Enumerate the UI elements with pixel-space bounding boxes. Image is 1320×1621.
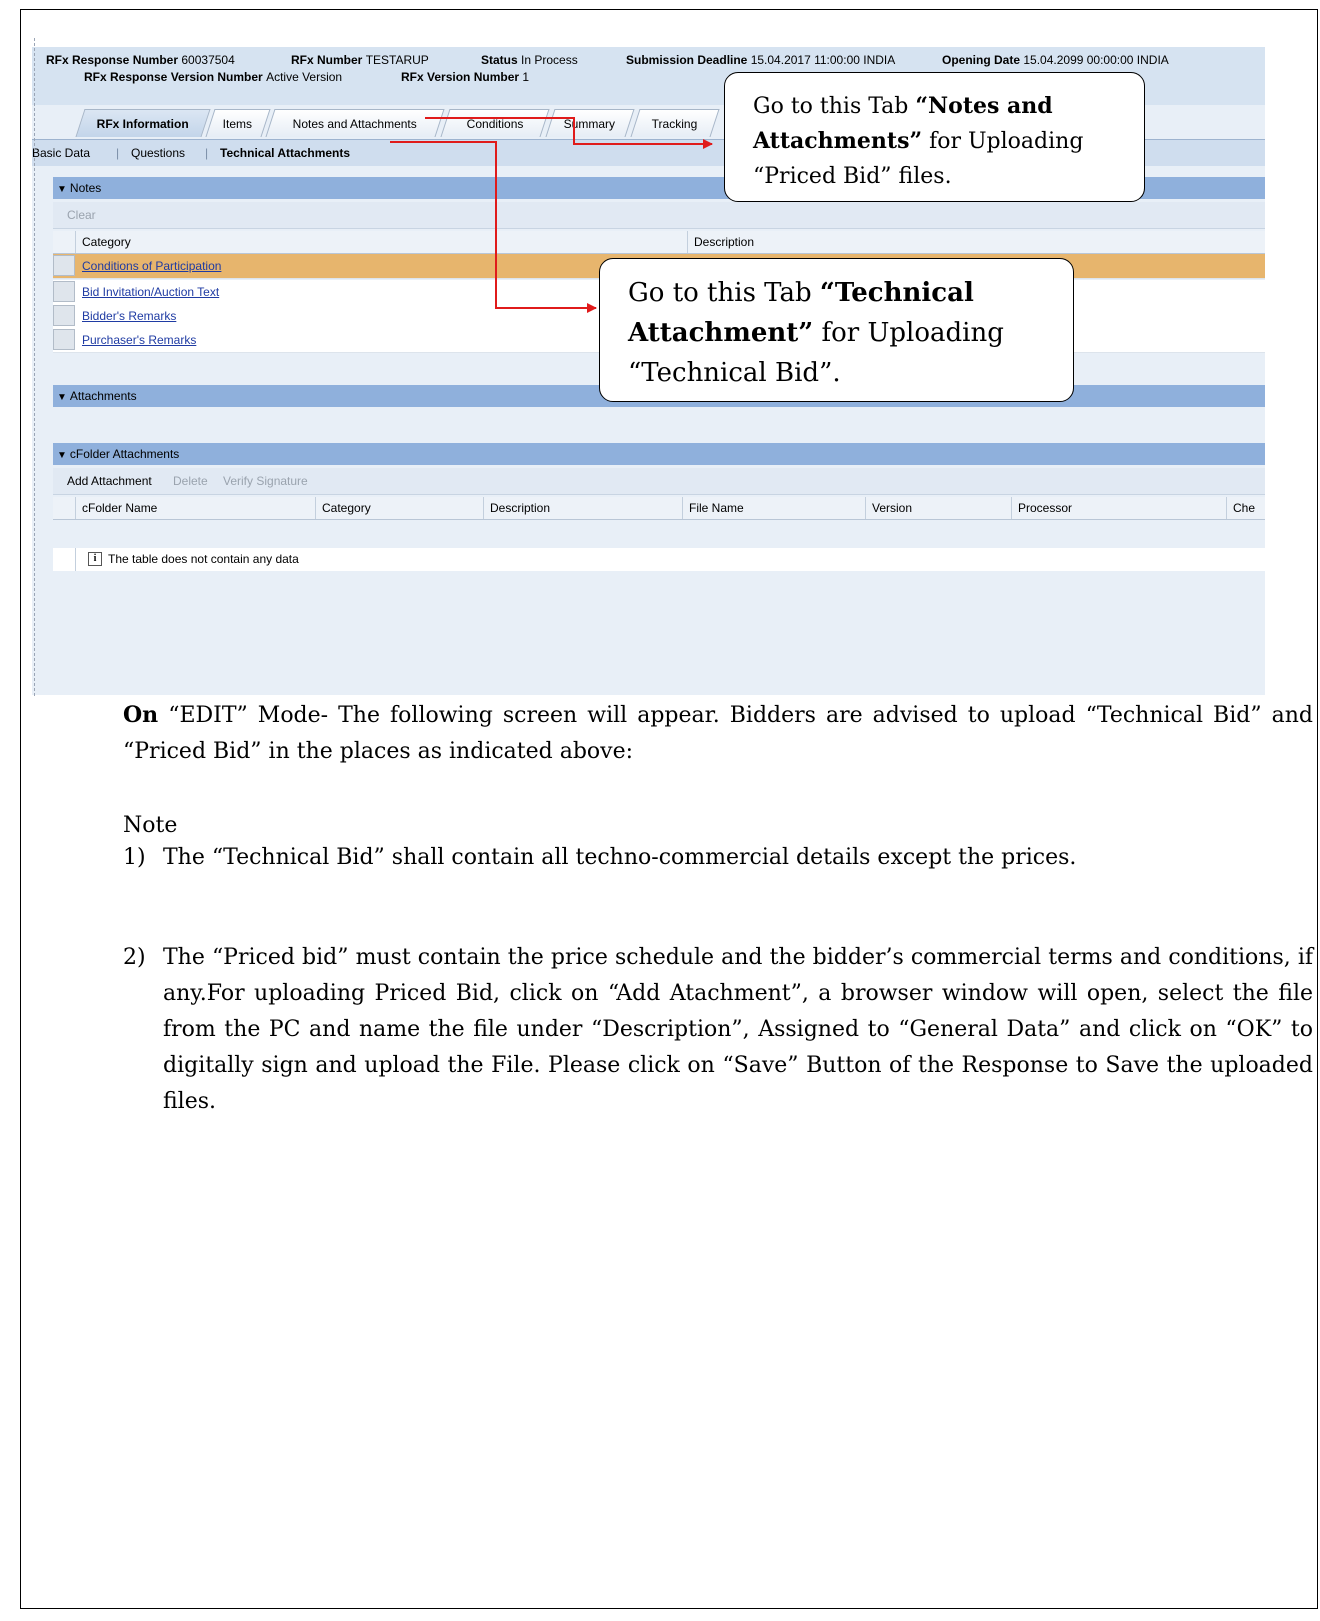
item-number: 1)	[123, 845, 146, 870]
intro-paragraph: On “EDIT” Mode- The following screen wil…	[123, 702, 1313, 764]
note-heading: Note	[123, 813, 178, 838]
annotation-arrows	[390, 117, 713, 313]
item-number: 2)	[123, 945, 146, 970]
arrow-to-technical-callout	[390, 141, 597, 313]
note-item-1: The “Technical Bid” shall contain all te…	[163, 845, 1077, 870]
note-item-2: The “Priced bid” must contain the price …	[163, 945, 1313, 1114]
callout-technical-attachment: Go to this Tab “Technical Attachment” fo…	[599, 258, 1074, 402]
callout-notes-attachments: Go to this Tab “Notes and Attachments” f…	[724, 72, 1145, 202]
on-bold: On	[123, 702, 159, 728]
arrow-to-notes-callout	[425, 117, 713, 149]
